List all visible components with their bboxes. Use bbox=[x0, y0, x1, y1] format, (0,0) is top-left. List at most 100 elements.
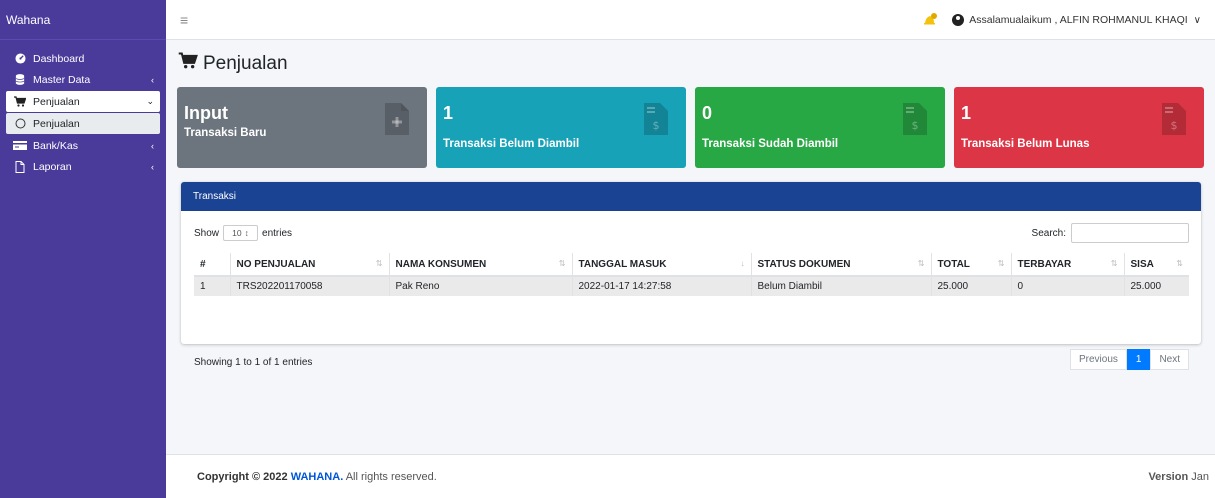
box-label: Transaksi Baru bbox=[184, 127, 267, 139]
sidebar-item-bank-kas[interactable]: Bank/Kas ‹ bbox=[0, 135, 166, 156]
sort-icon: ⇅ bbox=[997, 258, 1005, 268]
entries-select[interactable]: 10 ↕ bbox=[223, 225, 259, 241]
page-title-text: Penjualan bbox=[203, 52, 288, 74]
sidebar-item-penjualan[interactable]: Penjualan ⌄ bbox=[6, 91, 160, 112]
brand-link[interactable]: WAHANA. bbox=[291, 471, 344, 483]
col-header-nama-konsumen[interactable]: NAMA KONSUMEN ⇅ bbox=[388, 253, 572, 277]
file-invoice-dollar-icon: $ bbox=[644, 103, 668, 135]
sidebar-subitem-penjualan[interactable]: Penjualan bbox=[6, 113, 160, 134]
chevron-left-icon: ‹ bbox=[151, 74, 154, 85]
box-sudah-diambil[interactable]: 0 Transaksi Sudah Diambil $ bbox=[695, 87, 945, 168]
rights-text: All rights reserved. bbox=[345, 470, 437, 483]
box-label: Transaksi Belum Diambil bbox=[443, 138, 580, 150]
chevron-down-icon[interactable]: ∨ bbox=[1194, 15, 1201, 26]
transaksi-table: # NO PENJUALAN ⇅ NAMA KONSUMEN ⇅ TANGGAL M… bbox=[194, 253, 1189, 296]
sidebar: Wahana Dashboard Master Data ‹ Penjualan… bbox=[0, 0, 166, 498]
col-header-no-penjualan[interactable]: NO PENJUALAN ⇅ bbox=[229, 253, 389, 277]
sidebar-item-label: Bank/Kas bbox=[33, 139, 78, 152]
sort-icon: ⇅ bbox=[558, 258, 566, 268]
cell-number: 1 bbox=[194, 276, 230, 296]
notification-icon[interactable] bbox=[922, 13, 938, 27]
cell-tanggal-masuk: 2022-01-17 14:27:58 bbox=[571, 276, 751, 296]
col-header-terbayar[interactable]: TERBAYAR ⇅ bbox=[1010, 253, 1124, 277]
next-button[interactable]: Next bbox=[1150, 349, 1189, 370]
select-arrows-icon: ↕ bbox=[244, 228, 249, 238]
chevron-down-icon: ⌄ bbox=[146, 96, 154, 106]
show-label: Show bbox=[194, 227, 220, 239]
sort-icon: ⇅ bbox=[917, 258, 925, 268]
search-label: Search: bbox=[1031, 227, 1066, 239]
circle-icon bbox=[13, 118, 27, 129]
main-content: Penjualan Input Transaksi Baru 1 Transak… bbox=[166, 40, 1215, 453]
col-header-number[interactable]: # bbox=[194, 253, 230, 277]
sidebar-item-master-data[interactable]: Master Data ‹ bbox=[0, 69, 166, 90]
table-row[interactable]: 1 TRS202201170058 Pak Reno 2022-01-17 14… bbox=[194, 276, 1189, 296]
entries-value: 10 bbox=[232, 228, 242, 238]
dashboard-icon bbox=[13, 53, 27, 64]
table-info: Showing 1 to 1 of 1 entries bbox=[194, 357, 313, 368]
box-belum-lunas[interactable]: 1 Transaksi Belum Lunas $ bbox=[954, 87, 1204, 168]
user-icon bbox=[952, 14, 965, 26]
svg-text:$: $ bbox=[912, 119, 919, 132]
sidebar-item-label: Penjualan bbox=[33, 95, 80, 108]
cart-icon bbox=[178, 52, 198, 75]
copyright-text: Copyright © 2022 bbox=[197, 470, 288, 483]
table-controls: Show 10 ↕ entries Search: bbox=[194, 223, 1189, 243]
sidebar-item-label: Penjualan bbox=[33, 117, 80, 130]
file-plus-icon bbox=[385, 103, 409, 135]
sidebar-item-dashboard[interactable]: Dashboard bbox=[0, 48, 166, 69]
sidebar-item-laporan[interactable]: Laporan ‹ bbox=[0, 156, 166, 177]
sidebar-item-label: Master Data bbox=[33, 73, 91, 86]
cart-icon bbox=[13, 96, 27, 107]
version-value: Jan bbox=[1191, 470, 1209, 483]
card-header: Transaksi bbox=[181, 182, 1201, 211]
topbar-right: Assalamualaikum , ALFIN ROHMANUL KHAQI ∨ bbox=[922, 0, 1201, 40]
svg-text:$: $ bbox=[1171, 119, 1178, 132]
sidebar-item-label: Laporan bbox=[33, 160, 72, 173]
version: Version Jan bbox=[1148, 471, 1209, 483]
col-header-tanggal-masuk[interactable]: TANGGAL MASUK ↓ bbox=[571, 253, 751, 277]
user-greeting[interactable]: Assalamualaikum , ALFIN ROHMANUL KHAQI bbox=[969, 14, 1187, 26]
col-header-sisa[interactable]: SISA ⇅ bbox=[1123, 253, 1189, 277]
previous-button[interactable]: Previous bbox=[1069, 349, 1127, 370]
sort-icon: ⇅ bbox=[375, 258, 383, 268]
file-invoice-dollar-icon: $ bbox=[903, 103, 927, 135]
copyright: Copyright © 2022 WAHANA. All rights rese… bbox=[197, 471, 437, 483]
file-icon bbox=[13, 160, 27, 173]
entries-label: entries bbox=[262, 227, 293, 239]
pagination: Previous 1 Next bbox=[1069, 349, 1189, 370]
cell-sisa: 25.000 bbox=[1123, 276, 1189, 296]
transaksi-card: Transaksi Show 10 ↕ entries Search: # NO… bbox=[181, 182, 1201, 370]
box-label: Transaksi Sudah Diambil bbox=[702, 138, 839, 150]
sidebar-nav: Dashboard Master Data ‹ Penjualan ⌄ Penj… bbox=[0, 40, 166, 177]
sort-icon: ↓ bbox=[740, 258, 745, 268]
box-label: Transaksi Belum Lunas bbox=[961, 138, 1090, 150]
search-input[interactable] bbox=[1071, 223, 1189, 243]
sidebar-item-label: Dashboard bbox=[33, 52, 85, 65]
sort-icon: ⇅ bbox=[1176, 258, 1183, 268]
box-number: 1 bbox=[961, 103, 972, 123]
box-number: 1 bbox=[443, 103, 454, 123]
page-1-button[interactable]: 1 bbox=[1126, 349, 1151, 370]
cell-status-dokumen: Belum Diambil bbox=[750, 276, 931, 296]
cell-terbayar: 0 bbox=[1010, 276, 1124, 296]
money-icon bbox=[13, 141, 27, 150]
chevron-left-icon: ‹ bbox=[151, 161, 154, 172]
page-title: Penjualan bbox=[178, 52, 288, 75]
menu-toggle-icon[interactable]: ≡ bbox=[180, 12, 188, 28]
brand-logo[interactable]: Wahana bbox=[0, 0, 166, 40]
chevron-left-icon: ‹ bbox=[151, 140, 154, 151]
col-header-total[interactable]: TOTAL ⇅ bbox=[930, 253, 1011, 277]
cell-no-penjualan: TRS202201170058 bbox=[229, 276, 389, 296]
col-header-status-dokumen[interactable]: STATUS DOKUMEN ⇅ bbox=[750, 253, 931, 277]
cell-total: 25.000 bbox=[930, 276, 1011, 296]
database-icon bbox=[13, 74, 27, 85]
footer: Copyright © 2022 WAHANA. All rights rese… bbox=[166, 454, 1215, 498]
file-invoice-dollar-icon: $ bbox=[1162, 103, 1186, 135]
topbar: ≡ Assalamualaikum , ALFIN ROHMANUL KHAQI… bbox=[166, 0, 1215, 40]
cell-nama-konsumen: Pak Reno bbox=[388, 276, 572, 296]
version-label: Version bbox=[1148, 470, 1189, 483]
box-belum-diambil[interactable]: 1 Transaksi Belum Diambil $ bbox=[436, 87, 686, 168]
box-input-transaksi[interactable]: Input Transaksi Baru bbox=[177, 87, 427, 168]
box-number: Input bbox=[184, 103, 228, 123]
